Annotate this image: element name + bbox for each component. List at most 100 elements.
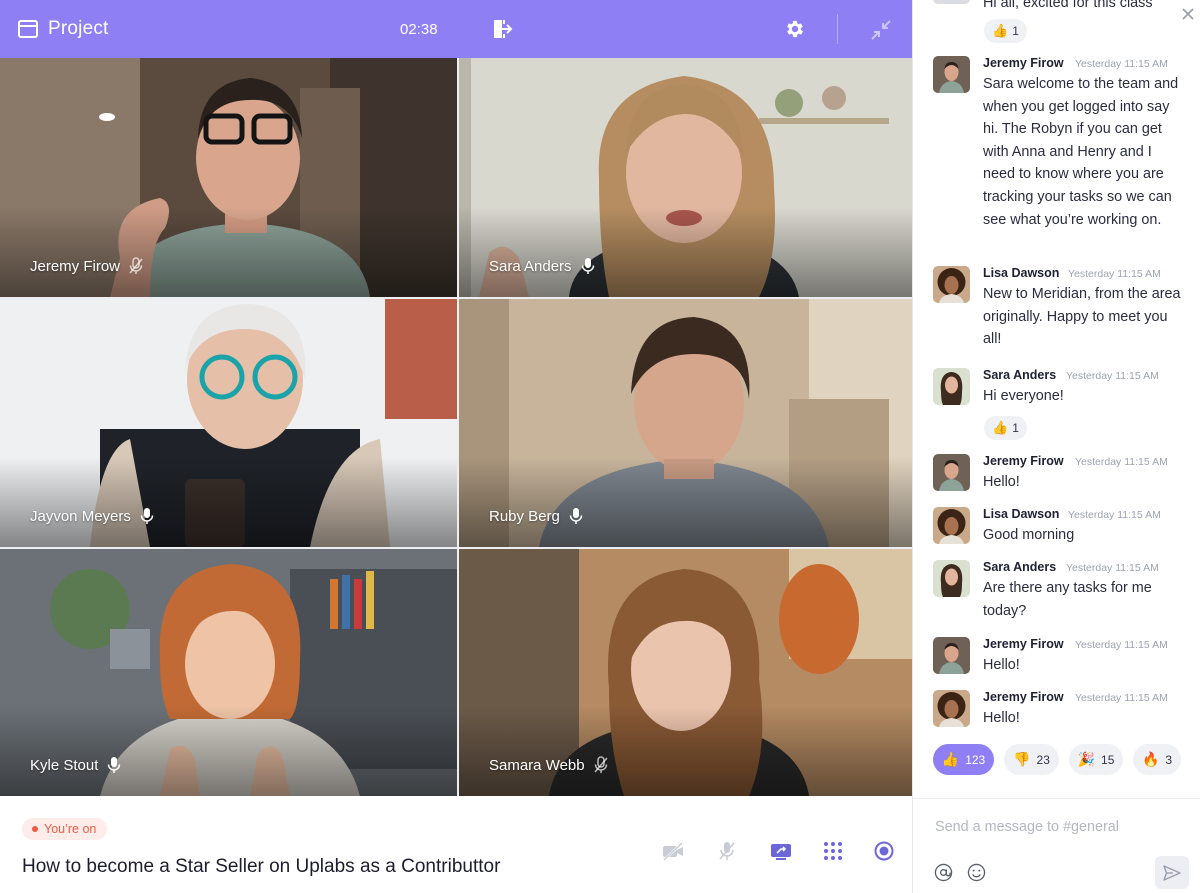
reaction-thumbs-up-button[interactable]: 👍 123 <box>933 744 994 775</box>
mic-muted-icon <box>129 257 143 274</box>
participant-name: Samara Webb <box>489 756 585 774</box>
reaction-count: 1 <box>1012 421 1019 435</box>
reaction-count: 23 <box>1036 752 1050 767</box>
reaction-thumbs-down-button[interactable]: 👎 23 <box>1004 744 1059 775</box>
screen-share-icon[interactable] <box>770 840 792 862</box>
mic-icon <box>569 508 583 524</box>
message-author: Jeremy Firow <box>983 637 1064 651</box>
message-timestamp: Yesterday 11:15 AM <box>1075 456 1168 468</box>
fire-icon: 🔥 <box>1141 751 1160 767</box>
mic-muted-icon <box>594 756 608 773</box>
chat-message-partial: Hi all, excited for this class <box>933 0 1183 12</box>
chat-message: Lisa Dawson Yesterday 11:15 AM New to Me… <box>933 266 1183 356</box>
chat-message: Jeremy Firow Yesterday 11:15 AM Hello! <box>933 690 1183 730</box>
mention-at-icon[interactable] <box>934 863 953 882</box>
header-divider <box>837 14 838 44</box>
call-header: Project 02:38 <box>0 0 912 58</box>
message-timestamp: Yesterday 11:15 AM <box>1066 562 1159 574</box>
grid-apps-icon[interactable] <box>822 840 844 862</box>
live-status-badge: You’re on <box>22 818 108 840</box>
chat-message: Lisa Dawson Yesterday 11:15 AM Good morn… <box>933 507 1183 547</box>
tile-shade <box>459 207 912 297</box>
reactions-bar: 👍 123 👎 23 🎉 15 🔥 3 <box>933 744 1193 776</box>
record-icon[interactable] <box>873 840 895 862</box>
video-grid: Jeremy Firow Sara Anders Jayvon Meyers R… <box>0 58 912 796</box>
video-tile[interactable]: Ruby Berg <box>459 299 912 547</box>
participant-name: Sara Anders <box>489 257 572 275</box>
reaction-count: 15 <box>1101 752 1115 767</box>
message-text: Hello! <box>983 657 1020 673</box>
message-timestamp: Yesterday 11:15 AM <box>1075 639 1168 651</box>
message-input[interactable] <box>935 816 1175 838</box>
thumbs-up-icon: 👍 <box>992 420 1009 435</box>
video-tile[interactable]: Samara Webb <box>459 549 912 796</box>
avatar <box>933 690 970 727</box>
participant-label: Jeremy Firow <box>30 257 144 275</box>
participant-label: Samara Webb <box>489 756 609 774</box>
thumbs-up-icon: 👍 <box>941 751 960 767</box>
emoji-smile-icon[interactable] <box>967 863 986 882</box>
video-stage: Project 02:38 Jeremy Firow Sara Anders J… <box>0 0 912 893</box>
message-text: Hello! <box>983 474 1020 490</box>
mic-icon <box>581 258 594 274</box>
message-timestamp: Yesterday 11:15 AM <box>1066 370 1159 382</box>
reaction-count: 1 <box>1012 24 1019 38</box>
tile-shade <box>459 457 912 547</box>
participant-label: Jayvon Meyers <box>30 507 155 525</box>
message-text: Hi everyone! <box>983 388 1064 404</box>
message-author: Jeremy Firow <box>983 56 1064 70</box>
reaction-party-button[interactable]: 🎉 15 <box>1069 744 1123 775</box>
mic-off-icon[interactable] <box>716 840 738 862</box>
reaction-chip[interactable]: 👍 1 <box>984 416 1027 440</box>
settings-gear-icon[interactable] <box>784 18 806 40</box>
camera-off-icon[interactable] <box>662 840 684 862</box>
send-button[interactable] <box>1155 856 1189 889</box>
avatar <box>933 0 970 4</box>
party-popper-icon: 🎉 <box>1077 751 1096 767</box>
message-timestamp: Yesterday 11:15 AM <box>1068 268 1161 280</box>
chat-message: Jeremy Firow Yesterday 11:15 AM Hello! <box>933 454 1183 494</box>
reaction-count: 3 <box>1165 752 1173 767</box>
avatar <box>933 560 970 597</box>
mic-icon <box>140 508 154 524</box>
video-tile[interactable]: Jayvon Meyers <box>0 299 457 547</box>
chat-message: Sara Anders Yesterday 11:15 AM Hi everyo… <box>933 368 1183 418</box>
reaction-count: 123 <box>965 752 986 767</box>
tile-shade <box>0 706 457 796</box>
mic-icon <box>108 757 121 773</box>
call-timer: 02:38 <box>400 21 438 38</box>
window-icon <box>18 20 38 38</box>
session-title: How to become a Star Seller on Uplabs as… <box>22 856 501 877</box>
exit-call-icon[interactable] <box>491 18 513 40</box>
message-timestamp: Yesterday 11:15 AM <box>1068 509 1161 521</box>
avatar <box>933 637 970 674</box>
message-author: Jeremy Firow <box>983 454 1064 468</box>
avatar <box>933 507 970 544</box>
message-author: Sara Anders <box>983 560 1057 574</box>
participant-label: Kyle Stout <box>30 756 122 774</box>
avatar <box>933 454 970 491</box>
minimize-icon[interactable] <box>870 19 892 41</box>
avatar <box>933 266 970 303</box>
message-timestamp: Yesterday 11:15 AM <box>1075 58 1168 70</box>
chat-message: Jeremy Firow Yesterday 11:15 AM Sara wel… <box>933 56 1183 256</box>
video-tile[interactable]: Kyle Stout <box>0 549 457 796</box>
avatar <box>933 368 970 405</box>
message-timestamp: Yesterday 11:15 AM <box>1075 692 1168 704</box>
participant-label: Sara Anders <box>489 257 596 275</box>
participant-name: Kyle Stout <box>30 756 99 774</box>
tile-shade <box>459 706 912 796</box>
thumbs-up-icon: 👍 <box>992 23 1009 38</box>
reaction-fire-button[interactable]: 🔥 3 <box>1133 744 1181 775</box>
message-author: Sara Anders <box>983 368 1057 382</box>
avatar <box>933 56 970 93</box>
close-icon[interactable] <box>1181 7 1195 21</box>
reaction-chip[interactable]: 👍 1 <box>984 19 1027 43</box>
video-tile-active-speaker[interactable]: Sara Anders <box>459 58 912 297</box>
chat-message: Jeremy Firow Yesterday 11:15 AM Hello! <box>933 637 1183 677</box>
message-text: Good morning <box>983 527 1075 543</box>
message-text: New to Meridian, from the area originall… <box>983 286 1181 348</box>
participant-name: Jeremy Firow <box>30 257 121 275</box>
tile-shade <box>0 457 457 547</box>
video-tile[interactable]: Jeremy Firow <box>0 58 457 297</box>
